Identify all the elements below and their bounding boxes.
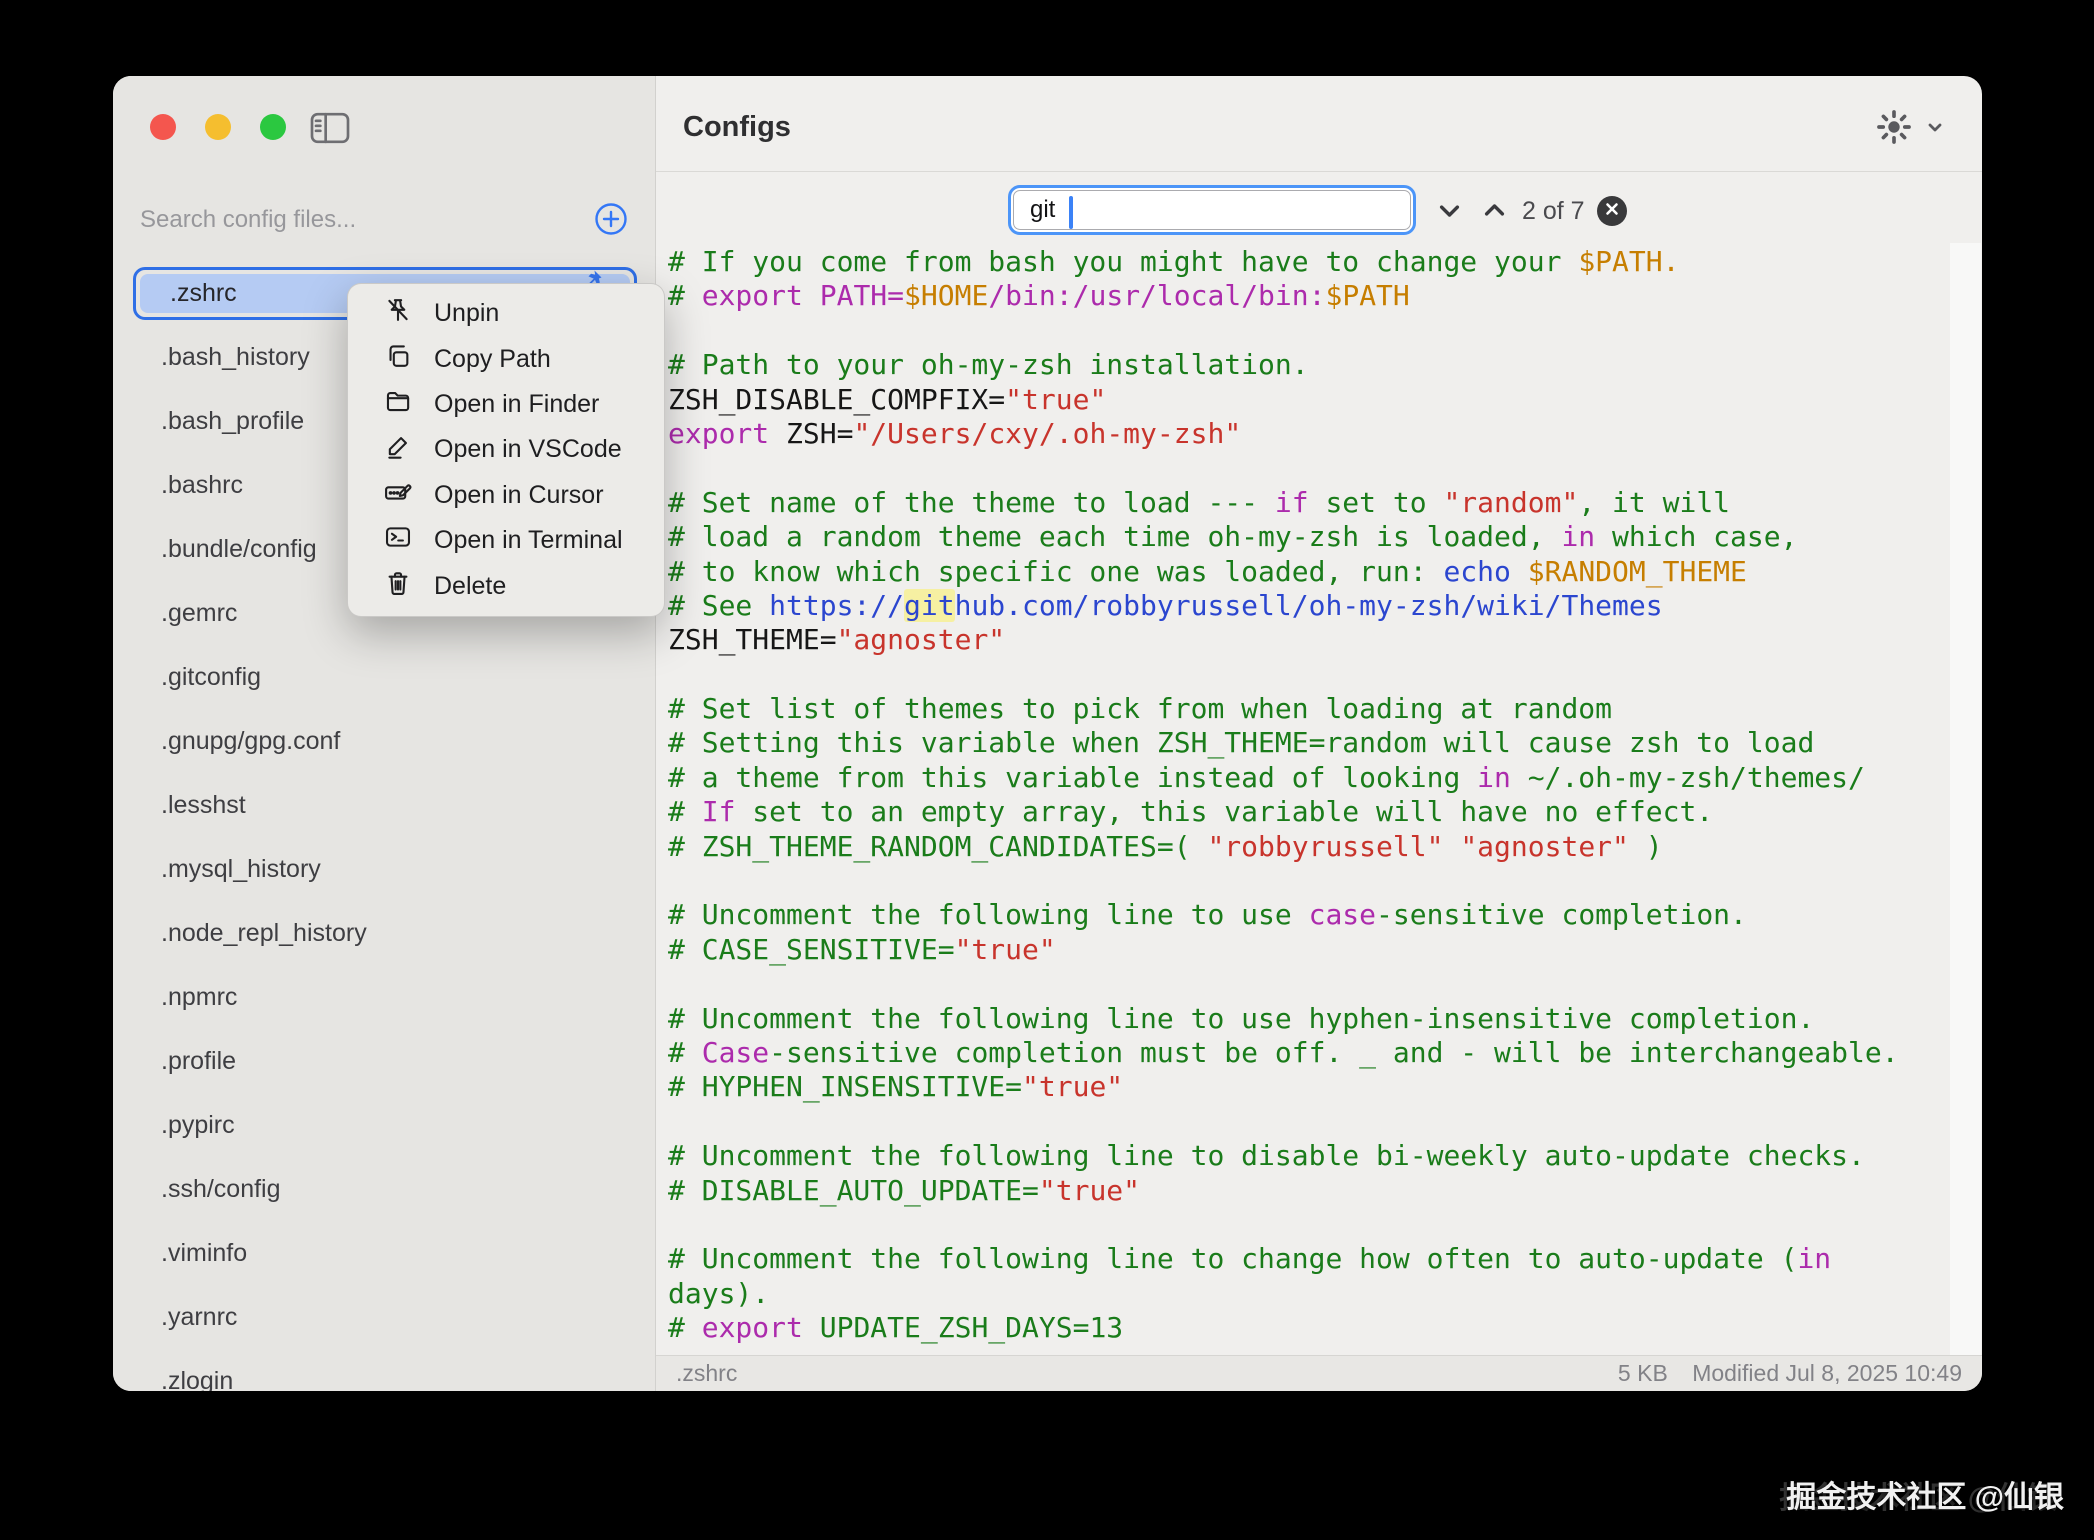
- menu-item-unpin[interactable]: Unpin: [348, 291, 664, 336]
- sidebar-item[interactable]: .gnupg/gpg.conf: [133, 715, 637, 768]
- code-line: # Uncomment the following line to disabl…: [668, 1139, 1899, 1173]
- code-line: # CASE_SENSITIVE="true": [668, 933, 1899, 967]
- status-filename: .zshrc: [676, 1360, 737, 1387]
- app-window: Search config files... .zshrc.bash_histo…: [113, 76, 1982, 1391]
- sidebar-item[interactable]: .zlogin: [133, 1355, 637, 1391]
- pin-slash-icon: [384, 296, 412, 331]
- code-line: # load a random theme each time oh-my-zs…: [668, 520, 1899, 554]
- code-line: # Set name of the theme to load --- if s…: [668, 486, 1899, 520]
- sidebar-item[interactable]: .lesshst: [133, 779, 637, 832]
- close-icon: [1604, 201, 1620, 222]
- menu-item-label: Open in Cursor: [434, 481, 604, 510]
- code-editor[interactable]: # If you come from bash you might have t…: [668, 245, 1899, 1346]
- trash-icon: [384, 569, 412, 604]
- code-line: [668, 314, 1899, 348]
- theme-chevron-down-icon[interactable]: [1923, 115, 1947, 144]
- code-line: # See https://github.com/robbyrussell/oh…: [668, 589, 1899, 623]
- menu-item-label: Open in Terminal: [434, 526, 623, 555]
- code-line: # to know which specific one was loaded,…: [668, 555, 1899, 589]
- find-input[interactable]: [1013, 190, 1411, 230]
- scrollbar[interactable]: [1950, 243, 1981, 1355]
- code-line: [668, 967, 1899, 1001]
- sidebar-item[interactable]: .yarnrc: [133, 1291, 637, 1344]
- code-line: # If set to an empty array, this variabl…: [668, 795, 1899, 829]
- traffic-minimize-button[interactable]: [205, 114, 231, 140]
- context-menu: Unpin Copy Path Open in Finder Open in VSCo…: [347, 283, 665, 617]
- code-line: [668, 451, 1899, 485]
- pencil-icon: [384, 432, 412, 467]
- sidebar-item[interactable]: .gitconfig: [133, 651, 637, 704]
- code-line: [668, 1105, 1899, 1139]
- code-line: days).: [668, 1277, 1899, 1311]
- cursor-input-icon: [384, 478, 412, 513]
- menu-item-delete[interactable]: Delete: [348, 564, 664, 609]
- menu-item-open-in-vscode[interactable]: Open in VSCode: [348, 427, 664, 472]
- status-modified: Modified Jul 8, 2025 10:49: [1692, 1360, 1962, 1386]
- page-title: Configs: [683, 111, 791, 144]
- find-match-count: 2 of 7: [1522, 197, 1585, 226]
- code-line: # export PATH=$HOME/bin:/usr/local/bin:$…: [668, 279, 1899, 313]
- code-line: [668, 658, 1899, 692]
- status-bar: .zshrc 5 KB Modified Jul 8, 2025 10:49: [656, 1355, 1982, 1391]
- code-line: # Uncomment the following line to use hy…: [668, 1002, 1899, 1036]
- menu-item-open-in-finder[interactable]: Open in Finder: [348, 382, 664, 427]
- code-line: # Path to your oh-my-zsh installation.: [668, 348, 1899, 382]
- search-match-highlight: git: [904, 589, 955, 622]
- code-line: # a theme from this variable instead of …: [668, 761, 1899, 795]
- code-line: export ZSH="/Users/cxy/.oh-my-zsh": [668, 417, 1899, 451]
- code-line: [668, 864, 1899, 898]
- menu-item-label: Open in VSCode: [434, 435, 622, 464]
- watermark: 掘金技术社区 @仙银: [1786, 1472, 2064, 1516]
- code-line: ZSH_DISABLE_COMPFIX="true": [668, 383, 1899, 417]
- menu-item-label: Copy Path: [434, 345, 551, 374]
- code-line: # Case-sensitive completion must be off.…: [668, 1036, 1899, 1070]
- find-prev-chevron-up-icon[interactable]: [1481, 197, 1508, 224]
- menu-item-open-in-cursor[interactable]: Open in Cursor: [348, 473, 664, 518]
- copy-icon: [384, 342, 412, 377]
- sidebar-item[interactable]: .pypirc: [133, 1099, 637, 1152]
- code-line: ZSH_THEME="agnoster": [668, 623, 1899, 657]
- code-line: # Setting this variable when ZSH_THEME=r…: [668, 726, 1899, 760]
- code-line: # export UPDATE_ZSH_DAYS=13: [668, 1311, 1899, 1345]
- sidebar: Search config files... .zshrc.bash_histo…: [113, 76, 656, 1391]
- code-line: # If you come from bash you might have t…: [668, 245, 1899, 279]
- toggle-sidebar-icon[interactable]: [310, 112, 350, 149]
- traffic-close-button[interactable]: [150, 114, 176, 140]
- menu-item-label: Open in Finder: [434, 390, 599, 419]
- sidebar-item[interactable]: .node_repl_history: [133, 907, 637, 960]
- find-field: [1008, 185, 1416, 235]
- sidebar-item[interactable]: .profile: [133, 1035, 637, 1088]
- menu-item-copy-path[interactable]: Copy Path: [348, 336, 664, 381]
- sidebar-item[interactable]: .ssh/config: [133, 1163, 637, 1216]
- sidebar-item[interactable]: .viminfo: [133, 1227, 637, 1280]
- search-placeholder: Search config files...: [140, 206, 356, 234]
- code-line: # HYPHEN_INSENSITIVE="true": [668, 1070, 1899, 1104]
- status-file-size: 5 KB: [1618, 1360, 1668, 1386]
- find-next-chevron-down-icon[interactable]: [1436, 197, 1463, 224]
- status-file-meta: 5 KB Modified Jul 8, 2025 10:49: [1600, 1360, 1962, 1387]
- search-input[interactable]: Search config files...: [140, 202, 580, 238]
- code-line: # ZSH_THEME_RANDOM_CANDIDATES=( "robbyru…: [668, 830, 1899, 864]
- code-line: # Uncomment the following line to change…: [668, 1242, 1899, 1276]
- menu-item-open-in-terminal[interactable]: Open in Terminal: [348, 518, 664, 563]
- folder-icon: [384, 387, 412, 422]
- sidebar-item[interactable]: .npmrc: [133, 971, 637, 1024]
- code-line: # DISABLE_AUTO_UPDATE="true": [668, 1174, 1899, 1208]
- theme-sun-icon[interactable]: [1875, 108, 1913, 151]
- menu-item-label: Delete: [434, 572, 506, 601]
- code-line: # Set list of themes to pick from when l…: [668, 692, 1899, 726]
- sidebar-item[interactable]: .mysql_history: [133, 843, 637, 896]
- terminal-icon: [384, 523, 412, 558]
- add-config-button[interactable]: [594, 202, 628, 236]
- code-line: [668, 1208, 1899, 1242]
- text-cursor: [1069, 196, 1073, 229]
- code-line: # Uncomment the following line to use ca…: [668, 898, 1899, 932]
- header-divider: [656, 171, 1982, 172]
- menu-item-label: Unpin: [434, 299, 499, 328]
- traffic-zoom-button[interactable]: [260, 114, 286, 140]
- find-close-button[interactable]: [1597, 196, 1627, 226]
